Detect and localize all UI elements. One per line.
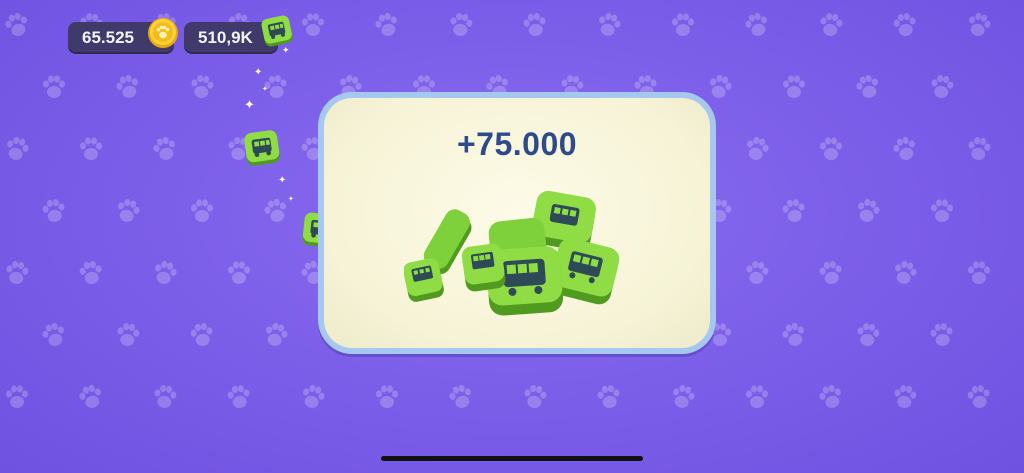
- paw-print-icon: [740, 380, 774, 414]
- paw-print-icon: [736, 128, 778, 170]
- paw-print-icon: [925, 194, 959, 228]
- paw-print-icon: [775, 192, 813, 230]
- paw-print-icon: [812, 6, 850, 44]
- paw-print-icon: [923, 68, 961, 106]
- paw-print-icon: [146, 378, 184, 416]
- paw-print-icon: [923, 316, 961, 354]
- reward-amount: +75.000: [456, 126, 578, 162]
- paw-print-icon: [0, 4, 38, 46]
- paw-print-icon: [183, 316, 221, 354]
- coin-count: 65.525: [82, 28, 134, 47]
- paw-print-icon: [847, 66, 889, 108]
- paw-print-icon: [370, 380, 404, 414]
- paw-print-icon: [516, 6, 554, 44]
- bus-token-pile-icon: [404, 190, 620, 316]
- paw-print-icon: [814, 132, 848, 166]
- paw-print-icon: [958, 4, 1000, 46]
- paw-print-icon: [442, 6, 480, 44]
- paw-print-icon: [812, 254, 850, 292]
- paw-print-icon: [33, 314, 75, 356]
- paw-print-icon: [109, 316, 147, 354]
- sparkle-icon: ✦: [288, 196, 294, 203]
- paw-print-icon: [255, 314, 297, 356]
- paw-print-icon: [0, 254, 36, 292]
- paw-print-icon: [107, 190, 149, 232]
- coin-icon: [148, 18, 178, 48]
- paw-print-icon: [0, 128, 38, 170]
- sparkle-icon: ✦: [278, 175, 287, 186]
- paw-print-icon: [847, 190, 889, 232]
- reward-card[interactable]: +75.000: [318, 92, 716, 354]
- sparkle-icon: ✦: [282, 45, 290, 55]
- flying-bus-token-icon: [244, 130, 280, 166]
- paw-print-icon: [0, 380, 34, 414]
- paw-print-icon: [72, 254, 110, 292]
- paw-print-icon: [296, 8, 330, 42]
- paw-print-icon: [810, 376, 852, 418]
- sparkle-icon: ✦: [254, 67, 263, 78]
- paw-print-icon: [884, 128, 926, 170]
- bus-token-icon: [261, 15, 293, 47]
- paw-print-icon: [886, 378, 924, 416]
- paw-print-icon: [666, 8, 700, 42]
- paw-print-icon: [516, 378, 554, 416]
- paw-print-icon: [144, 252, 186, 294]
- paw-print-icon: [736, 4, 778, 46]
- home-indicator[interactable]: [381, 456, 643, 461]
- paw-print-icon: [773, 314, 815, 356]
- paw-print-icon: [588, 4, 630, 46]
- paw-print-icon: [886, 6, 924, 44]
- paw-print-icon: [107, 66, 149, 108]
- paw-print-icon: [960, 130, 998, 168]
- paw-print-icon: [183, 68, 221, 106]
- paw-print-icon: [590, 378, 628, 416]
- sparkle-icon: ✦: [244, 97, 255, 112]
- paw-print-icon: [37, 70, 71, 104]
- paw-print-icon: [960, 378, 998, 416]
- paw-print-icon: [884, 252, 926, 294]
- paw-print-icon: [74, 132, 108, 166]
- paw-print-icon: [738, 254, 776, 292]
- sparkle-icon: ✦: [262, 86, 268, 93]
- paw-print-icon: [292, 376, 334, 418]
- paw-print-icon: [70, 376, 112, 418]
- paw-print-icon: [662, 376, 704, 418]
- paw-print-icon: [220, 378, 258, 416]
- paw-print-icon: [440, 376, 482, 418]
- paw-print-icon: [35, 192, 73, 230]
- paw-print-icon: [144, 128, 186, 170]
- paw-print-icon: [185, 194, 219, 228]
- paw-print-icon: [849, 316, 887, 354]
- paw-print-icon: [222, 256, 256, 290]
- paw-print-icon: [962, 256, 996, 290]
- token-count: 510,9K: [198, 28, 253, 47]
- paw-print-icon: [777, 70, 811, 104]
- paw-print-icon: [366, 4, 408, 46]
